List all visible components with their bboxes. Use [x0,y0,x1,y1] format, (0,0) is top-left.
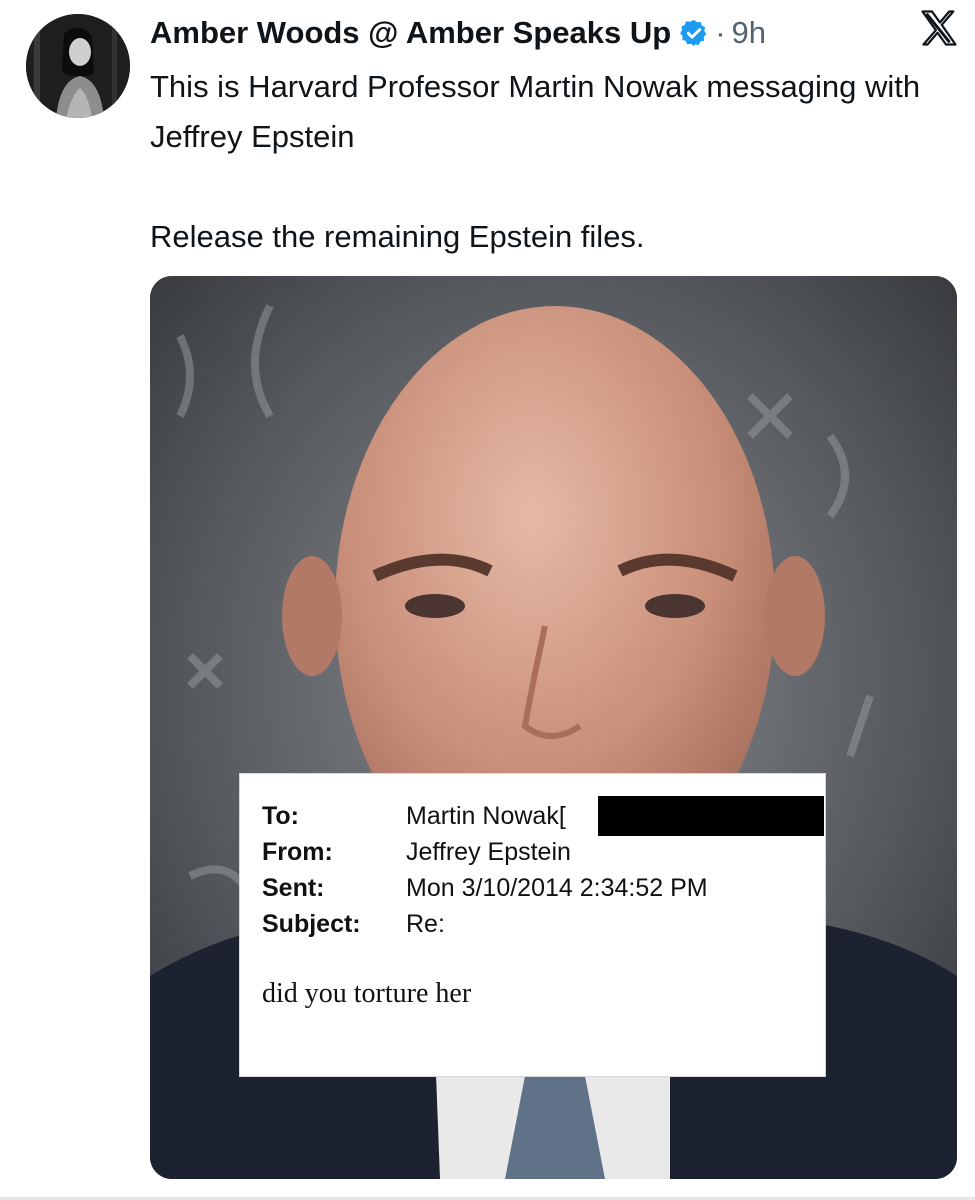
x-logo-icon[interactable] [917,6,961,55]
email-sent-label: Sent: [262,874,325,902]
verified-badge-icon [679,18,709,48]
email-from-value: Jeffrey Epstein [406,838,571,866]
post-time[interactable]: 9h [732,15,766,51]
email-body: did you torture her [262,978,472,1009]
tweet-text-line: Release the remaining Epstein files. [150,219,645,254]
tweet-media-image[interactable]: To: Martin Nowak[ From: Jeffrey Epstein … [150,276,957,1179]
tweet-text: This is Harvard Professor Martin Nowak m… [150,62,940,262]
email-to-label: To: [262,802,300,830]
avatar-photo [26,14,130,118]
email-subject-label: Subject: [262,910,361,938]
tweet-text-line: This is Harvard Professor Martin Nowak m… [150,69,921,154]
separator-dot: · [715,15,726,50]
email-subject-value: Re: [406,910,445,938]
tweet-header: Amber Woods @ Amber Speaks Up · 9h [150,10,955,56]
redaction-bar [598,796,824,836]
email-sent-value: Mon 3/10/2014 2:34:52 PM [406,874,708,902]
email-from-label: From: [262,838,333,866]
author-avatar[interactable] [26,14,130,118]
email-to-value: Martin Nowak[ [406,802,566,830]
author-name[interactable]: Amber Woods @ Amber Speaks Up [150,15,671,51]
email-overlay: To: Martin Nowak[ From: Jeffrey Epstein … [240,774,825,1076]
